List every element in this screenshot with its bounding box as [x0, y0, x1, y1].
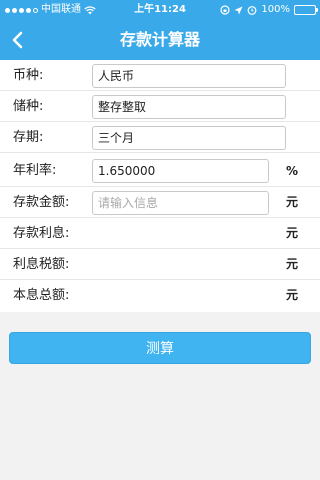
status-right: 100% [220, 0, 318, 20]
amount-label: 存款金额: [13, 195, 70, 210]
interest-tax-unit: 元 [285, 257, 298, 271]
lock-rotation-icon [220, 5, 231, 15]
amount-unit: 元 [285, 195, 298, 209]
amount-input[interactable] [92, 191, 269, 215]
page-title: 存款计算器 [119, 30, 200, 49]
annual-rate-input[interactable] [92, 159, 269, 183]
calculate-button[interactable]: 测算 [9, 332, 311, 364]
alarm-clock-icon [248, 6, 257, 15]
annual-rate-row: 年利率: % [0, 155, 320, 187]
total-label: 本息总额: [13, 288, 70, 303]
deposit-form: 币种: 人民币 储种: 整存整取 存期: 三个月 年利率: % 存款金额: 元 … [0, 60, 320, 312]
header-bar: 中国联通 上午11:24 100% 存款计算器 [0, 0, 320, 60]
interest-tax-row: 利息税额: 元 [0, 249, 320, 280]
currency-select[interactable]: 人民币 [92, 64, 286, 88]
deposit-type-row: 储种: 整存整取 [0, 91, 320, 122]
deposit-type-select[interactable]: 整存整取 [92, 95, 286, 119]
location-arrow-icon [234, 6, 243, 14]
deposit-type-label: 储种: [13, 99, 44, 114]
total-unit: 元 [285, 288, 298, 302]
interest-unit: 元 [285, 226, 298, 240]
status-bar: 中国联通 上午11:24 100% [0, 0, 320, 20]
total-row: 本息总额: 元 [0, 280, 320, 311]
term-select[interactable]: 三个月 [92, 126, 286, 150]
currency-row: 币种: 人民币 [0, 60, 320, 91]
navigation-bar: 存款计算器 [0, 20, 320, 60]
term-row: 存期: 三个月 [0, 122, 320, 153]
percent-unit: % [285, 164, 298, 178]
interest-label: 存款利息: [13, 226, 70, 241]
term-label: 存期: [13, 130, 44, 145]
interest-row: 存款利息: 元 [0, 218, 320, 249]
amount-row: 存款金额: 元 [0, 187, 320, 218]
currency-label: 币种: [13, 68, 44, 83]
battery-percent: 100% [261, 4, 290, 15]
annual-rate-label: 年利率: [13, 163, 57, 178]
battery-icon [294, 5, 318, 15]
interest-tax-label: 利息税额: [13, 257, 70, 272]
